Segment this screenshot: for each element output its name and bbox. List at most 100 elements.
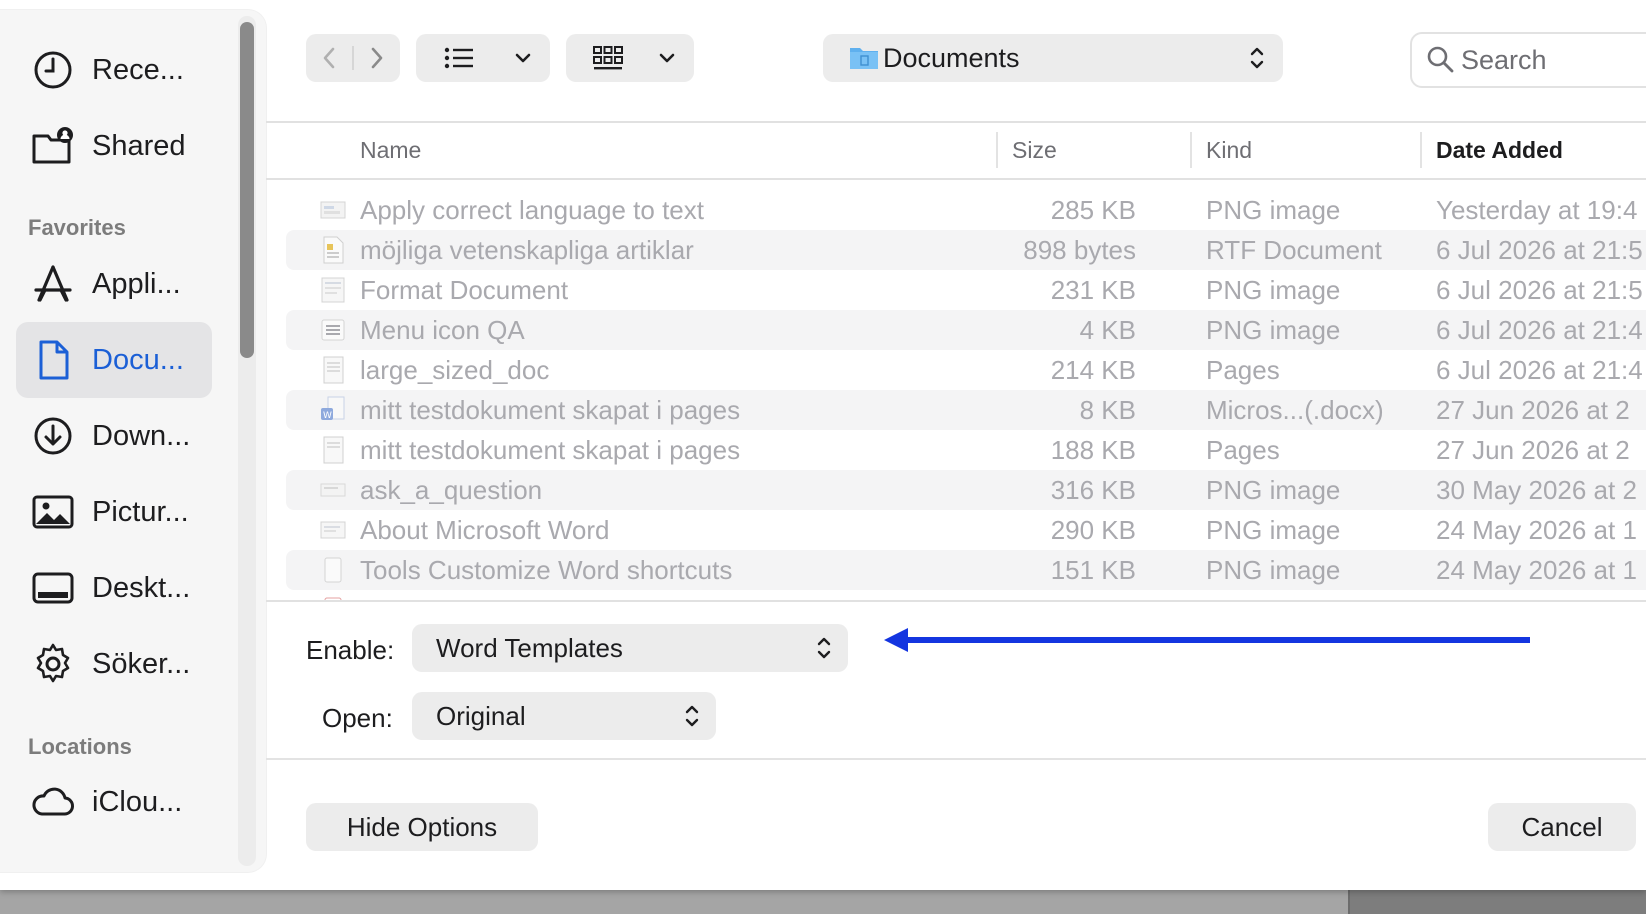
list-icon [444,47,473,69]
file-name: mitt testdokument skapat i pages [360,435,741,465]
rtf-file-icon [323,236,344,264]
header-bottom-divider [266,178,1646,180]
file-kind: Pages [1206,435,1280,465]
sidebar-item-label: Shared [92,129,186,162]
file-date: 30 May 2026 at 2 [1436,475,1637,505]
table-row[interactable]: mitt testdokument skapat i pages 188 KB … [286,430,1646,470]
file-size: 214 KB [1050,355,1136,385]
table-row[interactable]: Apply correct language to text 285 KB PN… [286,190,1646,230]
applications-icon [30,261,76,307]
grid-icon [593,46,623,70]
list-view-button[interactable] [416,34,550,82]
file-size: 898 bytes [1023,235,1136,265]
sidebar-scrollbar-thumb[interactable] [240,22,254,358]
table-row[interactable]: möjliga vetenskapliga artiklar 898 bytes… [286,230,1646,270]
updown-chevron-icon [817,637,831,659]
column-separator[interactable] [1420,132,1422,168]
file-kind: Pages [1206,355,1280,385]
enable-label: Enable: [306,635,395,665]
locations-header: Locations [28,734,132,759]
svg-text:W: W [323,411,332,421]
open-popup[interactable]: Original [412,692,716,740]
table-row[interactable]: Tools Customize Word shortcuts 151 KB PN… [286,550,1646,590]
sidebar-item-icloud[interactable]: iClou... [16,764,212,840]
sidebar-item-desktop[interactable]: Deskt... [16,550,212,626]
table-row[interactable]: Format Document 231 KB PNG image 6 Jul 2… [286,270,1646,310]
pages-file-icon [323,436,344,464]
sidebar-item-label: Down... [92,419,191,452]
file-size: 151 KB [1050,555,1136,585]
download-icon [30,413,76,459]
png-file-icon [320,521,346,539]
group-view-button[interactable] [566,34,694,82]
file-kind: PNG image [1206,515,1341,545]
table-row[interactable]: Menu icon QA 4 KB PNG image 6 Jul 2026 a… [286,310,1646,350]
photo-icon [30,489,76,535]
file-kind: PNG image [1206,315,1341,345]
column-header-date-added[interactable]: Date Added [1436,137,1563,164]
file-name: Menu icon QA [360,315,525,345]
folder-icon [850,48,878,69]
enable-popup[interactable]: Word Templates [412,624,848,672]
table-row[interactable]: About Microsoft Word 290 KB PNG image 24… [286,510,1646,550]
table-row[interactable]: W mitt testdokument skapat i pages 8 KB … [286,390,1646,430]
file-kind: RTF Document [1206,235,1382,265]
sidebar-item-applications[interactable]: Appli... [16,246,212,322]
column-header-size[interactable]: Size [1012,137,1057,164]
file-name: mitt testdokument skapat i pages [360,395,741,425]
chevron-left-icon [323,47,335,69]
chevron-right-icon [371,47,383,69]
file-name: ask_a_question [360,475,543,505]
file-size: 285 KB [1050,195,1136,225]
shared-folder-icon [30,123,76,169]
search-field[interactable]: Search [1410,32,1646,88]
file-date: 24 May 2026 at 1 [1436,515,1637,545]
file-name: large_sized_doc [360,355,550,385]
file-name: möjliga vetenskapliga artiklar [360,235,694,265]
file-kind: PNG image [1206,195,1341,225]
file-date: 6 Jul 2026 at 21:4 [1436,355,1643,385]
column-header-name[interactable]: Name [360,137,421,164]
sidebar-item-documents[interactable]: Docu... [16,322,212,398]
file-name: About Microsoft Word [360,515,610,545]
column-separator[interactable] [1190,132,1192,168]
file-date: 27 Jun 2026 at 2 [1436,395,1630,425]
annotation-arrow [884,628,1530,652]
file-kind: PNG image [1206,275,1341,305]
sidebar-item-shared[interactable]: Shared [16,108,212,184]
file-list: Apply correct language to text 285 KB PN… [266,190,1646,602]
table-row[interactable]: ask_a_question 316 KB PNG image 30 May 2… [286,470,1646,510]
file-size: 4 KB [1079,315,1136,345]
sidebar-item-downloads[interactable]: Down... [16,398,212,474]
search-placeholder: Search [1461,45,1547,75]
table-row[interactable]: large_sized_doc 214 KB Pages 6 Jul 2026 … [286,350,1646,390]
file-size: 316 KB [1050,475,1136,505]
chevron-down-icon [515,53,531,63]
cloud-icon [30,779,76,825]
sidebar-item-label: Appli... [92,267,181,300]
open-dialog: Rece... Shared Favorites Appli... Docu..… [0,0,1646,890]
column-header-kind[interactable]: Kind [1206,137,1252,164]
file-date: 27 Jun 2026 at 2 [1436,435,1630,465]
back-button[interactable] [320,46,338,75]
file-date: 6 Jul 2026 at 21:4 [1436,315,1643,345]
sidebar-item-recents[interactable]: Rece... [16,32,212,108]
column-separator[interactable] [996,132,998,168]
hide-options-button[interactable]: Hide Options [306,803,538,851]
location-popup[interactable]: Documents [823,34,1283,82]
enable-value: Word Templates [436,633,623,663]
sidebar-scrollbar[interactable] [238,16,256,866]
open-value: Original [436,701,526,731]
sidebar-item-label: Söker... [92,647,191,680]
forward-button[interactable] [368,46,386,75]
search-icon [1427,46,1454,73]
file-size: 290 KB [1050,515,1136,545]
cancel-button[interactable]: Cancel [1488,803,1636,851]
sidebar-item-label: Rece... [92,53,184,86]
sidebar-item-pictures[interactable]: Pictur... [16,474,212,550]
sidebar-item-label: Deskt... [92,571,191,604]
background-window [0,888,1646,914]
sidebar-item-soker[interactable]: Söker... [16,626,212,702]
file-size: 231 KB [1050,275,1136,305]
desktop-icon [30,565,76,611]
